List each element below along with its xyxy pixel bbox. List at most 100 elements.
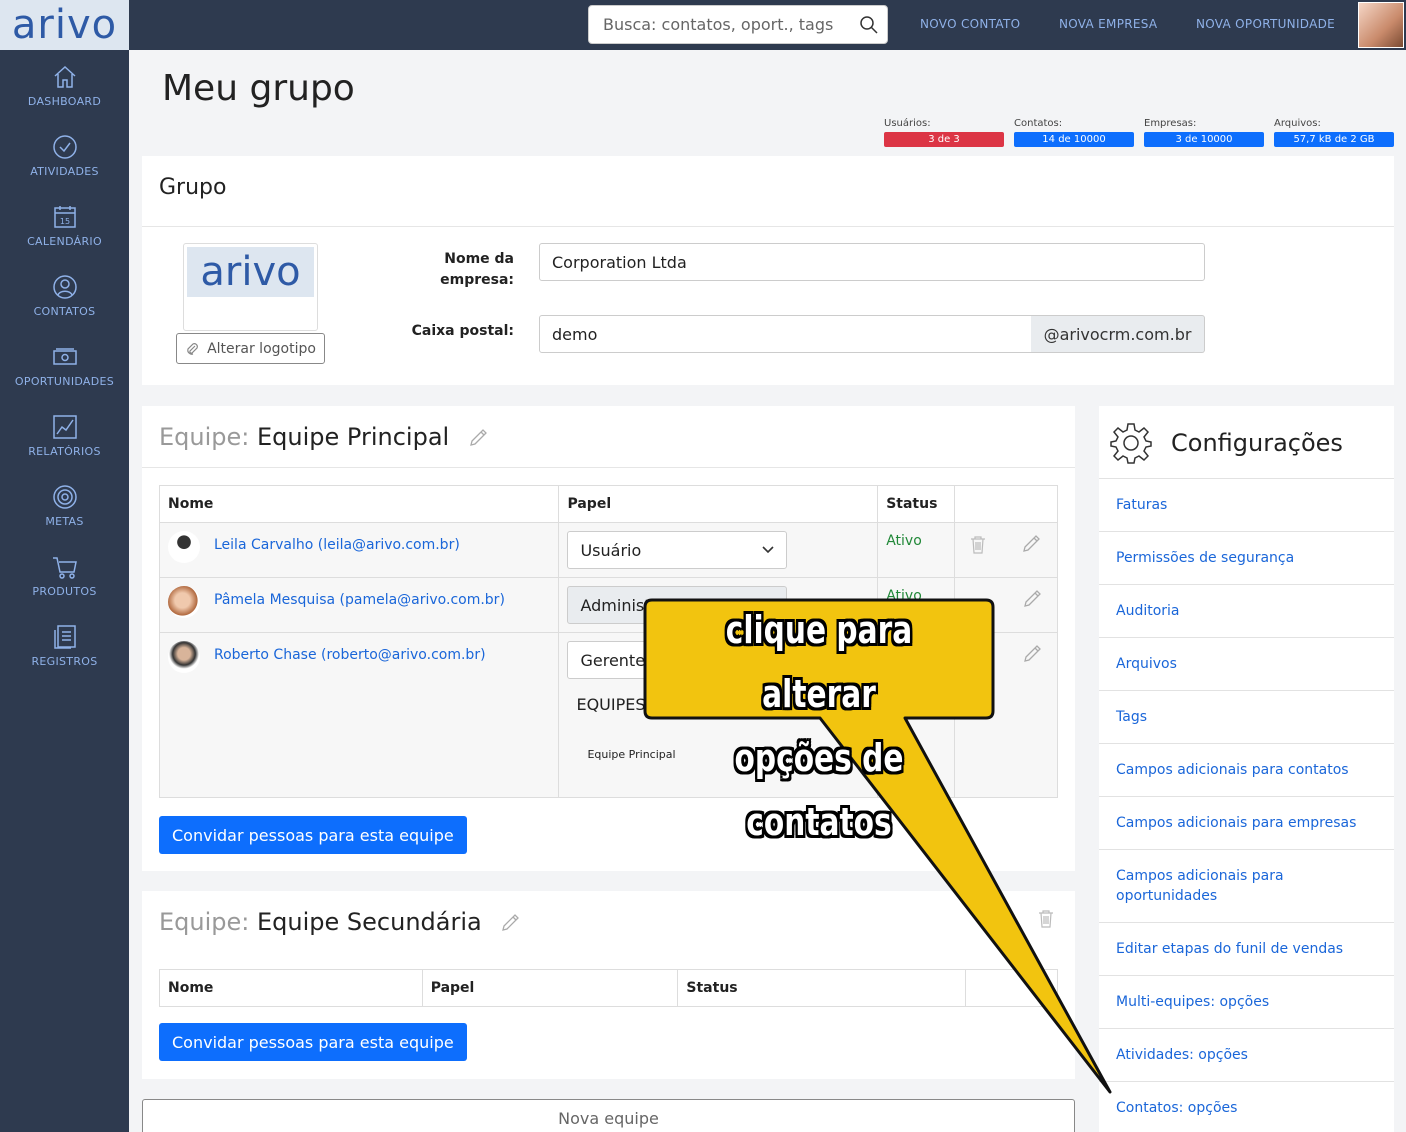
team-members-table: Nome Papel Status bbox=[159, 969, 1058, 1007]
member-link[interactable]: Leila Carvalho (leila@arivo.com.br) bbox=[214, 531, 460, 553]
settings-item-multi-equipes[interactable]: Multi-equipes: opções bbox=[1099, 975, 1394, 1028]
sidebar-item-registros[interactable]: REGISTROS bbox=[0, 610, 129, 680]
group-card: Grupo arivo Alterar logotipo Nome da emp… bbox=[142, 156, 1394, 385]
home-icon bbox=[53, 65, 76, 88]
sidebar-item-oportunidades[interactable]: OPORTUNIDADES bbox=[0, 330, 129, 400]
member-link[interactable]: Roberto Chase (roberto@arivo.com.br) bbox=[214, 641, 486, 663]
pencil-icon[interactable] bbox=[1021, 643, 1043, 665]
settings-item-campos-empresas[interactable]: Campos adicionais para empresas bbox=[1099, 796, 1394, 849]
pencil-icon[interactable] bbox=[1021, 588, 1043, 610]
member-cell: Roberto Chase (roberto@arivo.com.br) bbox=[158, 632, 560, 798]
settings-item-contatos-opcoes[interactable]: Contatos: opções bbox=[1099, 1081, 1394, 1132]
sidebar-item-label: METAS bbox=[45, 514, 84, 528]
team-prefix: Equipe: bbox=[159, 908, 250, 936]
new-contact-link[interactable]: NOVO CONTATO bbox=[920, 17, 1020, 31]
usage-bar: 3 de 3 bbox=[884, 132, 1004, 147]
team-card-secundaria: Equipe: Equipe Secundária Nome Papel Sta… bbox=[142, 891, 1075, 1079]
sidebar-item-contatos[interactable]: CONTATOS bbox=[0, 260, 129, 330]
usage-companies: Empresas: 3 de 10000 bbox=[1144, 118, 1264, 147]
member-cell: Pâmela Mesquisa (pamela@arivo.com.br) bbox=[158, 577, 560, 633]
mailbox-field[interactable] bbox=[539, 315, 1032, 353]
mailbox-domain: @arivocrm.com.br bbox=[1031, 315, 1205, 353]
target-icon bbox=[52, 484, 77, 509]
settings-title: Configurações bbox=[1171, 428, 1343, 457]
pencil-icon[interactable] bbox=[499, 912, 521, 934]
divider bbox=[142, 226, 1394, 227]
settings-header: Configurações bbox=[1099, 406, 1394, 479]
settings-item-arquivos[interactable]: Arquivos bbox=[1099, 637, 1394, 690]
records-icon bbox=[53, 624, 76, 649]
column-header-status: Status bbox=[877, 485, 956, 523]
pencil-icon[interactable] bbox=[1020, 533, 1042, 555]
svg-text:15: 15 bbox=[59, 217, 69, 226]
settings-item-funil[interactable]: Editar etapas do funil de vendas bbox=[1099, 922, 1394, 975]
settings-item-tags[interactable]: Tags bbox=[1099, 690, 1394, 743]
avatar bbox=[168, 641, 200, 673]
new-team-button[interactable]: Nova equipe bbox=[142, 1099, 1075, 1132]
brand-logo[interactable]: arivo bbox=[0, 0, 129, 50]
column-header-papel: Papel bbox=[558, 485, 879, 523]
avatar bbox=[168, 531, 200, 563]
invite-button[interactable]: Convidar pessoas para esta equipe bbox=[159, 816, 467, 854]
settings-item-campos-oportunidades[interactable]: Campos adicionais para oportunidades bbox=[1099, 849, 1394, 922]
cart-icon bbox=[52, 556, 77, 579]
table-row: Leila Carvalho (leila@arivo.com.br) Usuá… bbox=[158, 522, 1058, 578]
table-header-row: Nome Papel Status bbox=[159, 969, 1058, 1007]
usage-contacts: Contatos: 14 de 10000 bbox=[1014, 118, 1134, 147]
pencil-icon[interactable] bbox=[467, 427, 489, 449]
actions-cell bbox=[954, 632, 1058, 798]
search-icon[interactable] bbox=[859, 15, 879, 35]
column-header-nome: Nome bbox=[159, 969, 423, 1007]
sidebar-item-label: CALENDÁRIO bbox=[27, 234, 102, 248]
team-name: Equipe Principal bbox=[257, 423, 450, 451]
company-name-label-line1: Nome da bbox=[444, 251, 514, 267]
status-text: Ativo bbox=[886, 533, 922, 549]
settings-item-permissoes[interactable]: Permissões de segurança bbox=[1099, 531, 1394, 584]
new-opportunity-link[interactable]: NOVA OPORTUNIDADE bbox=[1196, 17, 1335, 31]
new-company-link[interactable]: NOVA EMPRESA bbox=[1059, 17, 1157, 31]
sidebar-item-produtos[interactable]: PRODUTOS bbox=[0, 540, 129, 610]
sidebar: arivo DASHBOARD ATIVIDADES 15 CALENDÁRIO… bbox=[0, 0, 129, 1132]
sidebar-item-calendario[interactable]: 15 CALENDÁRIO bbox=[0, 190, 129, 260]
topbar: NOVO CONTATO NOVA EMPRESA NOVA OPORTUNID… bbox=[129, 0, 1406, 50]
settings-panel: Configurações Faturas Permissões de segu… bbox=[1099, 406, 1394, 1132]
usage-files: Arquivos: 57,7 kB de 2 GB bbox=[1274, 118, 1394, 147]
company-name-field[interactable] bbox=[539, 243, 1205, 281]
role-select[interactable]: Usuário bbox=[567, 531, 788, 569]
settings-item-campos-contatos[interactable]: Campos adicionais para contatos bbox=[1099, 743, 1394, 796]
settings-item-atividades-opcoes[interactable]: Atividades: opções bbox=[1099, 1028, 1394, 1081]
paperclip-icon bbox=[187, 342, 198, 355]
sidebar-item-atividades[interactable]: ATIVIDADES bbox=[0, 120, 129, 190]
calendar-icon: 15 bbox=[53, 205, 76, 228]
trash-icon[interactable] bbox=[969, 535, 987, 555]
team-name: Equipe Secundária bbox=[257, 908, 482, 936]
sidebar-item-dashboard[interactable]: DASHBOARD bbox=[0, 50, 129, 120]
sidebar-item-label: RELATÓRIOS bbox=[28, 444, 101, 458]
settings-item-faturas[interactable]: Faturas bbox=[1099, 478, 1394, 531]
mailbox-label: Caixa postal: bbox=[411, 323, 514, 339]
role-select-value: Usuário bbox=[580, 540, 642, 560]
gear-icon bbox=[1110, 422, 1152, 464]
sidebar-item-label: DASHBOARD bbox=[27, 94, 102, 108]
divider bbox=[142, 467, 1075, 468]
group-title: Grupo bbox=[159, 175, 227, 200]
chart-icon bbox=[52, 414, 77, 439]
change-logo-button[interactable]: Alterar logotipo bbox=[176, 333, 325, 364]
callout-text: clique para alterar opções de contatos bbox=[683, 598, 956, 854]
search-box[interactable] bbox=[588, 5, 888, 44]
member-link[interactable]: Pâmela Mesquisa (pamela@arivo.com.br) bbox=[214, 586, 505, 608]
column-header-status: Status bbox=[677, 969, 967, 1007]
member-cell: Leila Carvalho (leila@arivo.com.br) bbox=[158, 522, 560, 578]
trash-icon[interactable] bbox=[1037, 909, 1055, 929]
user-avatar[interactable] bbox=[1358, 2, 1404, 48]
company-logo: arivo bbox=[183, 243, 318, 331]
avatar bbox=[168, 586, 200, 618]
invite-button[interactable]: Convidar pessoas para esta equipe bbox=[159, 1023, 467, 1061]
usage-label: Arquivos: bbox=[1274, 118, 1321, 129]
chevron-down-icon bbox=[762, 546, 775, 554]
sidebar-item-relatorios[interactable]: RELATÓRIOS bbox=[0, 400, 129, 470]
usage-bar: 3 de 10000 bbox=[1144, 132, 1264, 147]
sidebar-item-metas[interactable]: METAS bbox=[0, 470, 129, 540]
settings-item-auditoria[interactable]: Auditoria bbox=[1099, 584, 1394, 637]
search-input[interactable] bbox=[603, 15, 853, 34]
